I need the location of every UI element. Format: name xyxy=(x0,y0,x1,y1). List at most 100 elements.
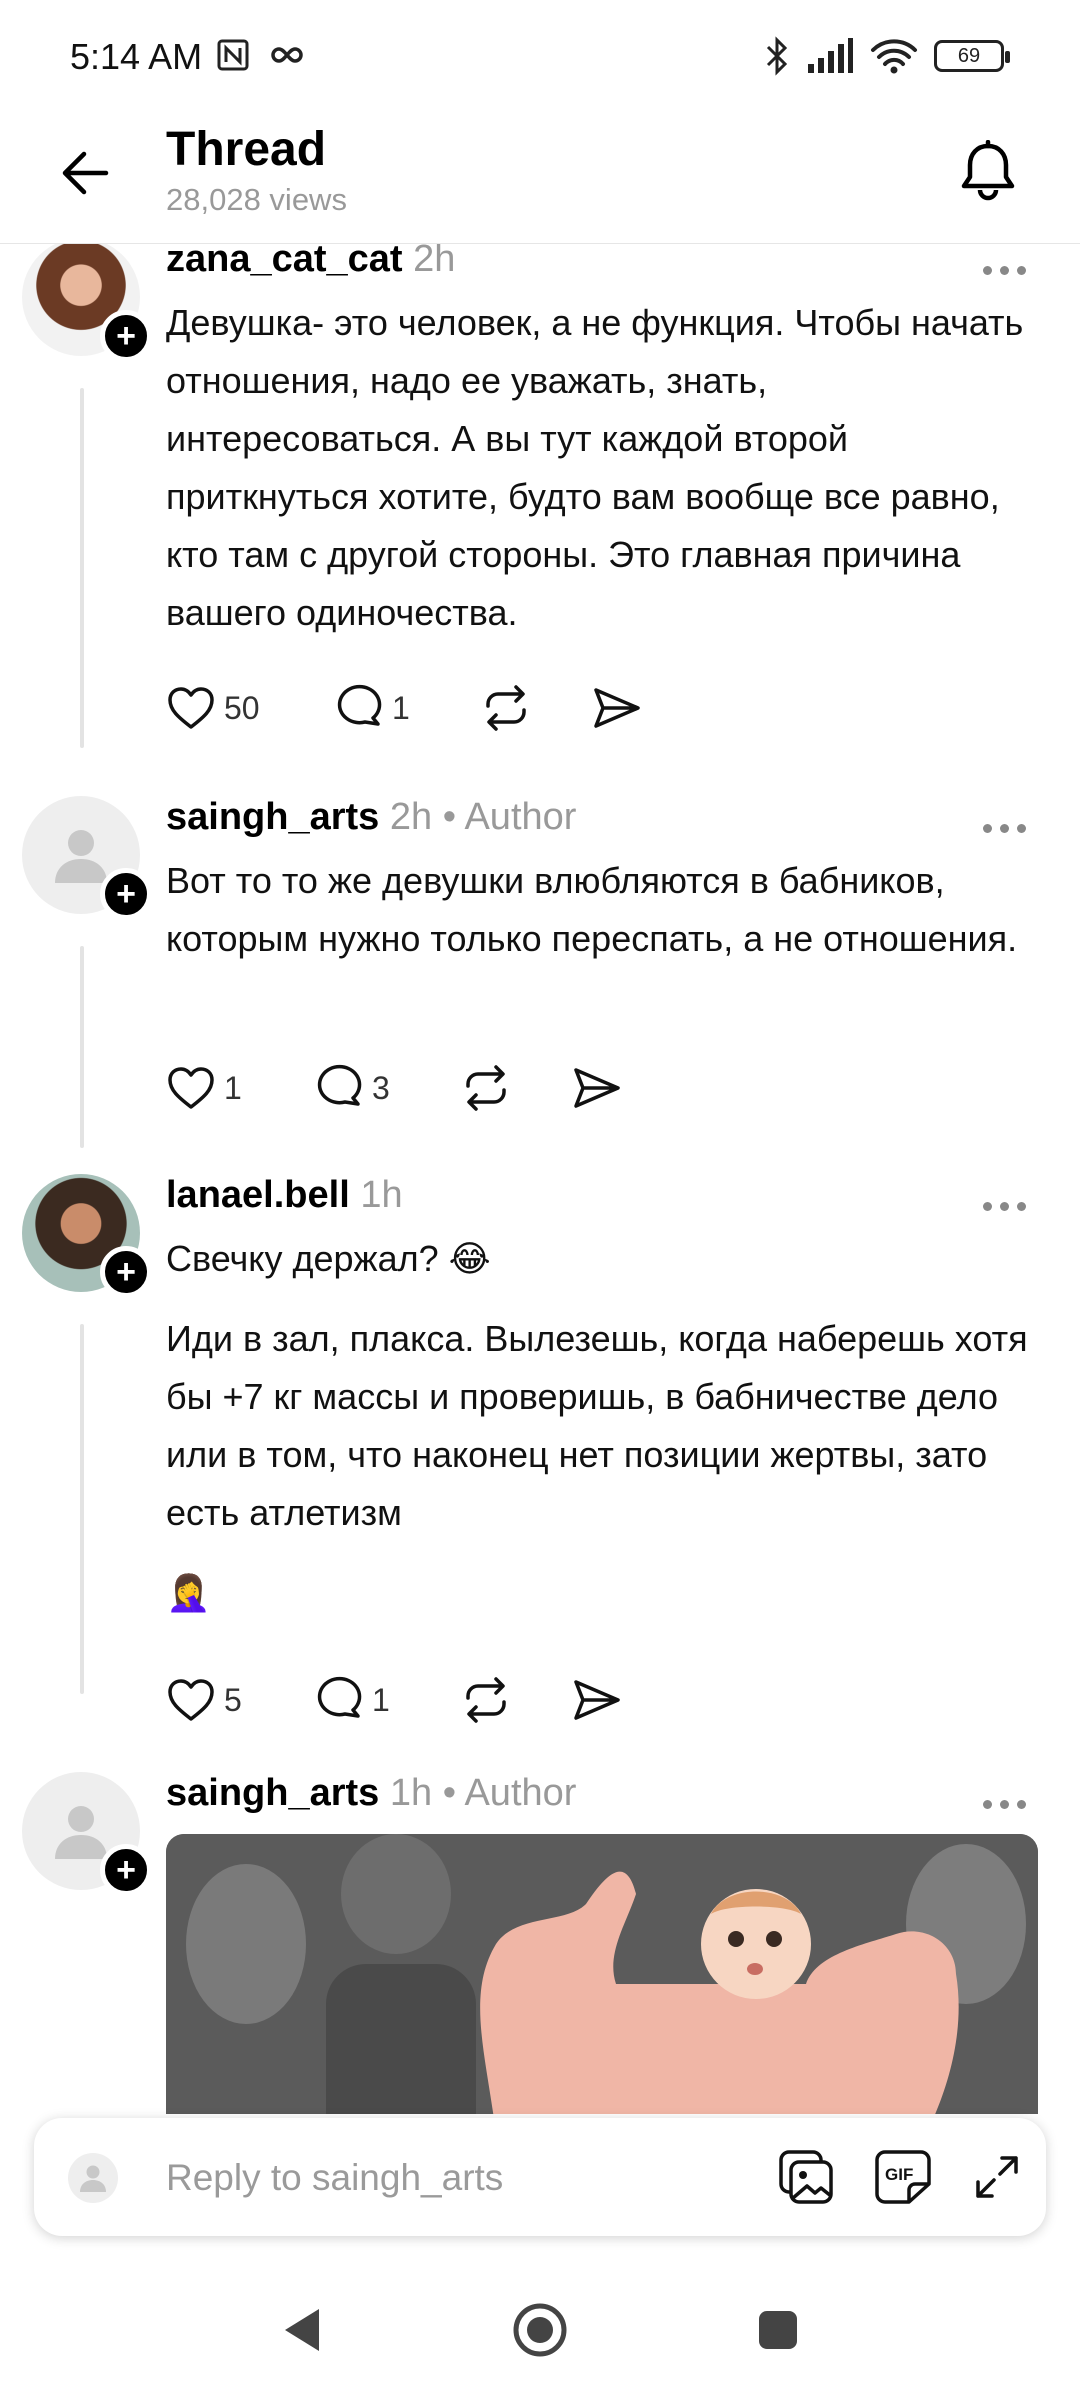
thread-line xyxy=(80,1324,84,1694)
post-text: Вот то то же девушки влюбляются в бабник… xyxy=(166,860,1018,959)
more-options-button[interactable] xyxy=(972,808,1036,848)
speech-bubble-icon xyxy=(317,1064,362,1106)
repost-button[interactable] xyxy=(460,1670,572,1730)
like-button[interactable]: 50 xyxy=(166,678,334,738)
follow-plus-button[interactable]: + xyxy=(100,1246,152,1298)
post-actions: 1 3 xyxy=(166,1058,622,1118)
thread-header: Thread 28,028 views xyxy=(0,118,1080,244)
status-right-icons: 69 xyxy=(764,36,1010,76)
reply-input[interactable] xyxy=(166,2148,766,2208)
repost-button[interactable] xyxy=(460,1058,572,1118)
reply-count: 3 xyxy=(372,1069,390,1106)
more-options-button[interactable] xyxy=(972,1784,1036,1824)
post-emoji: 🤦‍♀️ xyxy=(166,1572,211,1613)
infinity-icon xyxy=(271,47,303,63)
own-avatar xyxy=(68,2153,118,2203)
like-count: 5 xyxy=(224,1681,242,1718)
follow-plus-button[interactable]: + xyxy=(100,868,152,920)
speech-bubble-icon xyxy=(317,1676,362,1718)
battery-level: 69 xyxy=(957,44,981,67)
post-text: Девушка- это человек, а не функция. Чтоб… xyxy=(166,302,1024,633)
heart-icon xyxy=(168,1679,214,1721)
share-button[interactable] xyxy=(592,678,642,738)
signal-icon xyxy=(808,38,853,73)
post-author[interactable]: saingh_arts 2h • Author xyxy=(166,796,576,839)
reply-button[interactable]: 1 xyxy=(314,1670,460,1730)
heart-icon xyxy=(168,687,214,729)
like-button[interactable]: 1 xyxy=(166,1058,314,1118)
reply-count: 1 xyxy=(372,1681,390,1718)
post-meta: 1h • Author xyxy=(389,1772,577,1814)
repost-icon xyxy=(466,1677,506,1723)
username[interactable]: saingh_arts xyxy=(166,796,379,838)
post-author[interactable]: zana_cat_cat 2h xyxy=(166,244,455,281)
like-count: 1 xyxy=(224,1069,242,1106)
heart-icon xyxy=(168,1067,214,1109)
status-bar: 5:14 AM 69 xyxy=(0,0,1080,118)
nav-home-button[interactable] xyxy=(500,2290,580,2370)
square-recents-icon xyxy=(759,2311,797,2349)
page-title: Thread xyxy=(166,123,327,176)
more-options-button[interactable] xyxy=(972,1186,1036,1226)
gif-button[interactable]: GIF xyxy=(870,2144,936,2210)
image-icon xyxy=(779,2150,833,2204)
user-placeholder-icon xyxy=(80,2165,106,2192)
like-count: 50 xyxy=(224,689,260,726)
like-button[interactable]: 5 xyxy=(166,1670,314,1730)
arrow-left-icon xyxy=(62,151,109,195)
view-count: 28,028 views xyxy=(166,182,347,217)
bell-icon xyxy=(961,140,1015,201)
share-button[interactable] xyxy=(572,1670,622,1730)
thread-line xyxy=(80,946,84,1148)
svg-text:GIF: GIF xyxy=(885,2165,913,2184)
repost-icon xyxy=(486,685,526,731)
attach-image-button[interactable] xyxy=(774,2144,840,2210)
post-actions: 5 1 xyxy=(166,1670,622,1730)
repost-button[interactable] xyxy=(480,678,592,738)
repost-icon xyxy=(466,1065,506,1111)
wifi-icon xyxy=(871,39,917,74)
reply-button[interactable]: 1 xyxy=(334,678,480,738)
reply-bar: GIF xyxy=(34,2118,1046,2236)
send-icon xyxy=(574,1680,620,1720)
expand-icon xyxy=(976,2156,1018,2198)
speech-bubble-icon xyxy=(337,684,382,726)
thread-line xyxy=(80,388,84,748)
user-placeholder-icon xyxy=(55,1806,107,1859)
reply-bar-container: GIF xyxy=(0,2114,1080,2244)
send-icon xyxy=(574,1068,620,1108)
username[interactable]: saingh_arts xyxy=(166,1772,379,1814)
nav-recents-button[interactable] xyxy=(738,2290,818,2370)
post-author[interactable]: saingh_arts 1h • Author xyxy=(166,1772,576,1815)
share-button[interactable] xyxy=(572,1058,622,1118)
username[interactable]: zana_cat_cat xyxy=(166,244,403,280)
home-circle-icon xyxy=(513,2303,567,2357)
more-options-button[interactable] xyxy=(972,250,1036,290)
post-text-continued: Иди в зал, плакса. Вылезешь, когда набер… xyxy=(166,1318,1028,1533)
post-text: Свечку держал? 😂 xyxy=(166,1238,491,1279)
user-placeholder-icon xyxy=(55,830,107,883)
battery-indicator: 69 xyxy=(934,40,1010,72)
image-content xyxy=(166,1834,1038,2114)
nav-back-button[interactable] xyxy=(262,2290,342,2370)
username[interactable]: lanael.bell xyxy=(166,1174,350,1216)
status-time: 5:14 AM xyxy=(70,36,203,77)
expand-composer-button[interactable] xyxy=(964,2144,1030,2210)
notifications-button[interactable] xyxy=(948,132,1028,212)
post-meta: 2h xyxy=(413,244,456,280)
back-button[interactable] xyxy=(50,138,120,208)
reply-count: 1 xyxy=(392,689,410,726)
post-author[interactable]: lanael.bell 1h xyxy=(166,1174,403,1217)
triangle-back-icon xyxy=(285,2309,319,2351)
post-image[interactable] xyxy=(166,1834,1038,2114)
follow-plus-button[interactable]: + xyxy=(100,1844,152,1896)
thread-feed[interactable]: + zana_cat_cat 2h Девушка- это человек, … xyxy=(0,244,1080,2114)
gif-icon: GIF xyxy=(875,2150,931,2204)
post-meta: 2h • Author xyxy=(389,796,577,838)
reply-button[interactable]: 3 xyxy=(314,1058,460,1118)
send-icon xyxy=(594,688,640,728)
follow-plus-button[interactable]: + xyxy=(100,310,152,362)
status-left-icons xyxy=(216,38,304,72)
bluetooth-icon xyxy=(766,36,788,76)
system-nav-bar xyxy=(0,2260,1080,2400)
